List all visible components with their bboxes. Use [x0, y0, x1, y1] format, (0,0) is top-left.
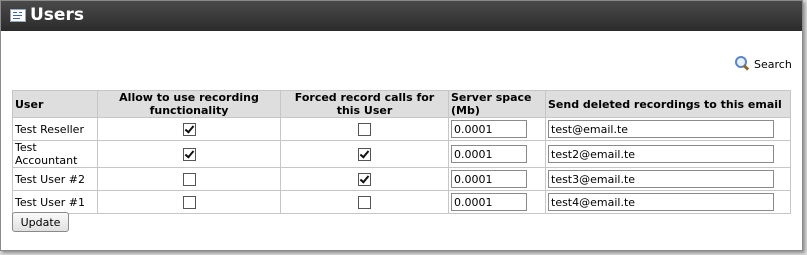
forced-record-cell [280, 140, 449, 168]
search-label[interactable]: Search [754, 58, 792, 71]
deleted-email-input[interactable] [548, 145, 774, 163]
server-space-cell [448, 117, 546, 141]
user-name: Test Accountant [12, 140, 98, 168]
user-name: Test Reseller [12, 117, 98, 141]
forced-record-cell [280, 190, 449, 214]
forced-record-checkbox[interactable] [358, 195, 371, 209]
users-panel: Users Search User Allow to use recording… [0, 0, 803, 251]
search-icon [734, 56, 750, 72]
column-header-server-space: Server space (Mb) [448, 90, 546, 118]
server-space-input[interactable] [451, 170, 527, 188]
forced-record-checkbox[interactable] [358, 147, 371, 161]
users-table: User Allow to use recording functionalit… [12, 90, 791, 214]
users-card-icon [10, 9, 26, 22]
allow-recording-cell [97, 167, 281, 191]
server-space-input[interactable] [451, 145, 527, 163]
allow-recording-checkbox[interactable] [182, 172, 196, 186]
forced-record-checkbox[interactable] [358, 122, 371, 136]
server-space-input[interactable] [451, 120, 527, 138]
allow-recording-cell [97, 117, 281, 141]
column-header-user: User [12, 90, 98, 118]
server-space-input[interactable] [451, 193, 527, 211]
forced-record-cell [280, 167, 449, 191]
allow-recording-checkbox[interactable] [182, 147, 196, 161]
deleted-email-input[interactable] [548, 170, 774, 188]
page-title: Users [30, 5, 84, 25]
table-header-row: User Allow to use recording functionalit… [12, 90, 791, 118]
table-row: Test Accountant [12, 140, 791, 168]
allow-recording-cell [97, 140, 281, 168]
deleted-email-cell [545, 167, 791, 191]
update-button[interactable]: Update [12, 212, 69, 232]
server-space-cell [448, 140, 546, 168]
user-name: Test User #2 [12, 167, 98, 191]
server-space-cell [448, 167, 546, 191]
server-space-cell [448, 190, 546, 214]
deleted-email-input[interactable] [548, 120, 774, 138]
deleted-email-cell [545, 190, 791, 214]
search-link[interactable]: Search [734, 56, 792, 72]
table-row: Test Reseller [12, 117, 791, 141]
deleted-email-cell [545, 140, 791, 168]
column-header-deleted-email: Send deleted recordings to this email [545, 90, 791, 118]
column-header-forced-record: Forced record calls for this User [280, 90, 449, 118]
allow-recording-checkbox[interactable] [182, 122, 196, 136]
title-bar: Users [1, 1, 802, 31]
forced-record-cell [280, 117, 449, 141]
deleted-email-input[interactable] [548, 193, 774, 211]
allow-recording-checkbox[interactable] [182, 195, 196, 209]
table-row: Test User #1 [12, 190, 791, 214]
column-header-allow-recording: Allow to use recording functionality [97, 90, 281, 118]
deleted-email-cell [545, 117, 791, 141]
allow-recording-cell [97, 190, 281, 214]
table-row: Test User #2 [12, 167, 791, 191]
user-name: Test User #1 [12, 190, 98, 214]
forced-record-checkbox[interactable] [358, 172, 371, 186]
